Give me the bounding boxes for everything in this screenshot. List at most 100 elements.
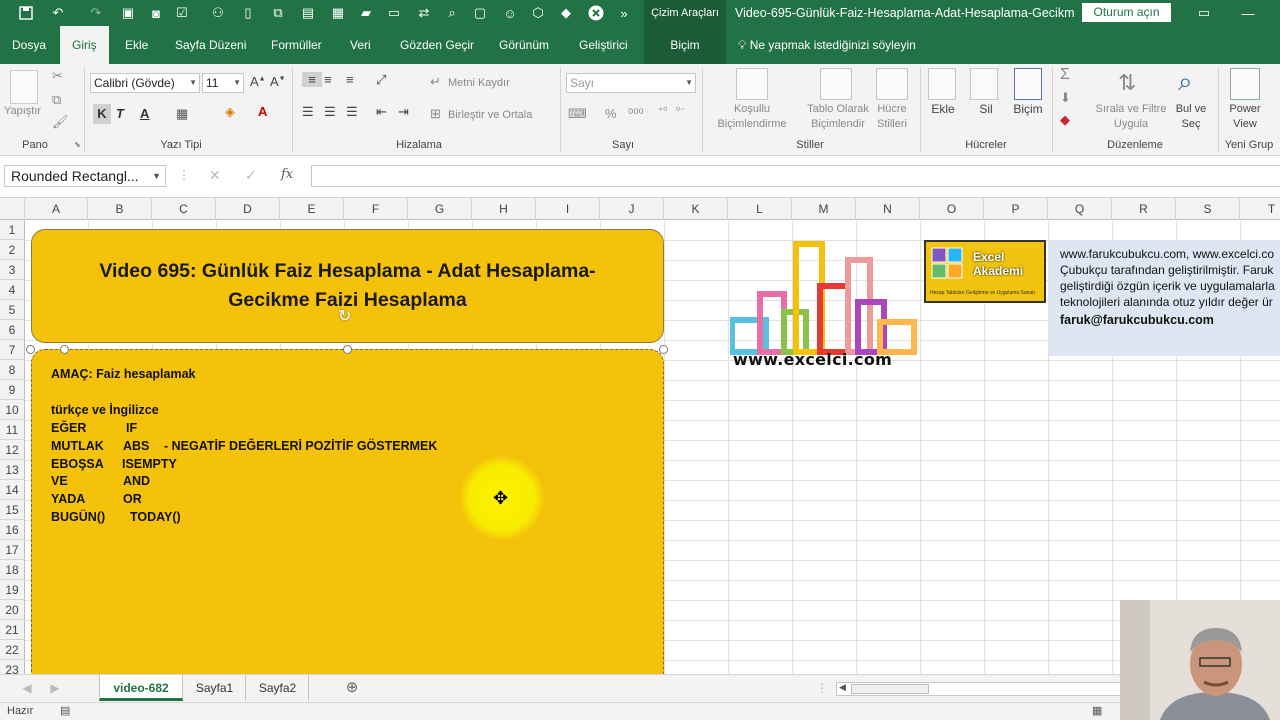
col-header-g[interactable]: G [408, 198, 472, 220]
number-format-select[interactable]: Sayı ▼ [566, 73, 696, 93]
body-shape[interactable]: AMAÇ: Faiz hesaplamak türkçe ve İngilizc… [31, 349, 664, 674]
row-header[interactable]: 16 [0, 520, 25, 540]
insert-function-button[interactable]: fx [281, 167, 293, 182]
tab-view[interactable]: Görünüm [499, 26, 549, 64]
scroll-left-icon[interactable]: ◀ [839, 682, 846, 693]
drag-handle-icon[interactable]: ⋮ [178, 168, 190, 182]
arrange-icon[interactable]: ⇄ [414, 3, 434, 23]
shape-icon[interactable]: ⬡ [528, 3, 548, 23]
col-header-f[interactable]: F [344, 198, 408, 220]
open-folder-icon[interactable]: ▰ [356, 3, 376, 23]
shrink-font-icon[interactable]: A▼ [270, 74, 286, 89]
row-header[interactable]: 23 [0, 660, 25, 674]
col-header-l[interactable]: L [728, 198, 792, 220]
sort-filter-button[interactable]: Sırala ve Filtre Uygula [1092, 102, 1170, 132]
info-text-box[interactable]: www.farukcubukcu.com, www.excelci.co Çub… [1049, 240, 1280, 356]
macro-record-icon[interactable]: ▤ [60, 704, 70, 717]
enter-icon[interactable]: ✓ [245, 167, 257, 184]
col-header-j[interactable]: J [600, 198, 664, 220]
row-header[interactable]: 19 [0, 580, 25, 600]
row-header[interactable]: 9 [0, 380, 25, 400]
row-header[interactable]: 15 [0, 500, 25, 520]
undo-icon[interactable]: ↶ [48, 3, 68, 23]
formula-input[interactable] [311, 165, 1280, 187]
format-button[interactable]: Biçim [1010, 102, 1046, 117]
wrap-text-button[interactable]: Metni Kaydır [448, 76, 510, 91]
col-header-m[interactable]: M [792, 198, 856, 220]
sheet-tab-video-682[interactable]: video-682 [99, 675, 183, 701]
format-painter-icon[interactable]: 🖌︎ [52, 114, 69, 130]
resize-handle[interactable] [60, 345, 69, 354]
align-top-icon[interactable]: ≡ [302, 72, 322, 87]
row-header[interactable]: 12 [0, 440, 25, 460]
form-icon[interactable]: ▤ [298, 3, 318, 23]
row-header[interactable]: 22 [0, 640, 25, 660]
redo-icon[interactable]: ↷ [86, 3, 106, 23]
tell-me-search[interactable]: 💡︎ Ne yapmak istediğinizi söyleyin [738, 26, 916, 64]
conditional-formatting-button[interactable]: Koşullu Biçimlendirme [710, 102, 794, 132]
tab-insert[interactable]: Ekle [125, 26, 148, 64]
prev-sheet-icon[interactable]: ◀ [20, 675, 34, 701]
dialog-launcher-icon[interactable]: ⬊ [74, 140, 81, 149]
clipboard-icon[interactable]: ▣ [118, 3, 138, 23]
fill-icon[interactable]: ⬇ [1060, 90, 1071, 106]
sheet-tab-sayfa2[interactable]: Sayfa2 [247, 675, 309, 701]
minimize-icon[interactable]: — [1238, 3, 1258, 23]
row-header[interactable]: 17 [0, 540, 25, 560]
row-header[interactable]: 13 [0, 460, 25, 480]
col-header-e[interactable]: E [280, 198, 344, 220]
align-left-icon[interactable]: ☰ [302, 104, 314, 120]
row-header[interactable]: 8 [0, 360, 25, 380]
col-header-h[interactable]: H [472, 198, 536, 220]
cancel-icon[interactable]: ✕ [209, 167, 221, 184]
insert-button[interactable]: Ekle [926, 102, 960, 117]
cell-styles-button[interactable]: Hücre Stilleri [868, 102, 916, 132]
tab-home[interactable]: Giriş [60, 26, 109, 64]
tab-formulas[interactable]: Formüller [271, 26, 322, 64]
find-select-button[interactable]: Bul ve Seç [1172, 102, 1210, 132]
page-icon[interactable]: ▢ [470, 3, 490, 23]
col-header-s[interactable]: S [1176, 198, 1240, 220]
font-name-select[interactable]: Calibri (Gövde) ▼ [90, 73, 200, 93]
file-icon[interactable]: ▭ [384, 3, 404, 23]
increase-decimal-icon[interactable]: ⁺⁰ [658, 106, 667, 117]
power-view-button[interactable]: Power View [1224, 102, 1266, 132]
resize-handle[interactable] [659, 345, 668, 354]
col-header-b[interactable]: B [88, 198, 152, 220]
save-icon[interactable] [16, 3, 36, 23]
row-header[interactable]: 21 [0, 620, 25, 640]
clear-icon[interactable]: ◆ [1060, 112, 1070, 128]
table-icon[interactable]: ▦ [328, 3, 348, 23]
row-header[interactable]: 6 [0, 320, 25, 340]
borders-icon[interactable]: ▦ [176, 106, 188, 122]
row-header[interactable]: 14 [0, 480, 25, 500]
tree-icon[interactable]: ⚇ [208, 3, 228, 23]
copy-icon[interactable]: ⧉ [52, 92, 61, 108]
col-header-i[interactable]: I [536, 198, 600, 220]
row-header[interactable]: 18 [0, 560, 25, 580]
align-middle-icon[interactable]: ≡ [324, 72, 332, 87]
col-header-n[interactable]: N [856, 198, 920, 220]
currency-icon[interactable]: ⌨ [568, 106, 587, 122]
increase-indent-icon[interactable]: ⇥ [398, 104, 409, 120]
merge-center-button[interactable]: Birleştir ve Ortala [448, 108, 532, 123]
underline-button[interactable]: A [140, 106, 149, 121]
row-header[interactable]: 1 [0, 220, 25, 240]
percent-icon[interactable]: % [605, 106, 617, 121]
tab-developer[interactable]: Geliştirici [579, 26, 628, 64]
signin-button[interactable]: Oturum açın [1082, 3, 1171, 22]
row-header[interactable]: 4 [0, 280, 25, 300]
name-box[interactable]: Rounded Rectangl... ▼ [4, 165, 166, 187]
scrollbar-thumb[interactable] [851, 684, 929, 694]
sheet-tab-sayfa1[interactable]: Sayfa1 [184, 675, 246, 701]
align-center-icon[interactable]: ☰ [324, 104, 336, 120]
rotate-handle-icon[interactable]: ↻ [338, 306, 351, 326]
tab-file[interactable]: Dosya [12, 26, 46, 64]
normal-view-icon[interactable]: ▦ [1092, 704, 1102, 717]
col-header-t[interactable]: T [1240, 198, 1280, 220]
select-all-button[interactable] [0, 198, 25, 220]
add-sheet-icon[interactable]: ⊕ [340, 675, 364, 701]
worksheet-grid[interactable]: A B C D E F G H I J K L M N O P Q R S T [0, 198, 1280, 674]
comma-icon[interactable]: ⁰⁰⁰ [628, 106, 644, 122]
row-header[interactable]: 20 [0, 600, 25, 620]
